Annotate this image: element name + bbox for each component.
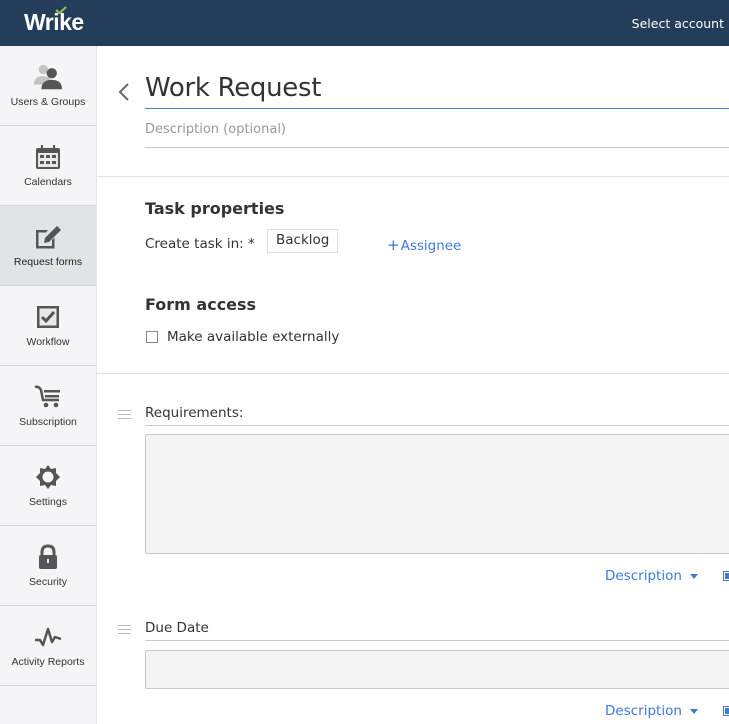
top-bar: Wrike Select account [0,0,729,46]
request-form-edit-icon [33,222,63,252]
make-external-label[interactable]: Make available externally [167,329,339,345]
back-chevron-icon[interactable] [117,82,131,102]
sidebar-item-request-forms[interactable]: Request forms [0,206,96,286]
shopping-cart-icon [33,382,63,412]
task-properties-heading: Task properties [145,199,285,218]
field-input-due-date[interactable] [145,650,729,689]
users-groups-icon [33,62,63,92]
logo-check-icon [55,6,67,14]
assignee-label: Assignee [400,238,462,254]
sidebar-item-activity-reports[interactable]: Activity Reports [0,606,96,686]
add-assignee-button[interactable]: +Assignee [387,236,461,254]
sidebar-item-users-groups[interactable]: Users & Groups [0,46,96,126]
sidebar-item-security[interactable]: Security [0,526,96,606]
sidebar-item-label: Calendars [24,176,72,188]
sidebar-item-label: Settings [29,496,67,508]
make-external-checkbox[interactable] [146,331,158,343]
form-description-input[interactable]: Description (optional) [145,122,729,148]
sidebar-item-calendars[interactable]: Calendars [0,126,96,206]
dropdown-label: Description [605,568,682,584]
required-checkbox[interactable] [723,571,729,581]
logo-text: Wrike [24,9,84,35]
caret-down-icon [689,708,698,714]
field-label-due-date[interactable]: Due Date [145,620,729,641]
field-type-dropdown[interactable]: Description [605,568,698,584]
sidebar-item-label: Security [29,576,67,588]
divider [97,176,729,177]
required-checkbox[interactable] [723,706,729,716]
dropdown-label: Description [605,703,682,719]
sidebar-item-label: Subscription [19,416,77,428]
gear-icon [33,462,63,492]
field-input-requirements[interactable] [145,434,729,554]
create-task-in-label: Create task in: * [145,236,255,252]
sidebar-item-workflow[interactable]: Workflow [0,286,96,366]
workflow-checkbox-icon [33,302,63,332]
drag-handle-icon[interactable] [118,625,131,634]
sidebar-item-label: Request forms [13,256,83,268]
select-account-link[interactable]: Select account [632,16,724,31]
form-access-heading: Form access [145,295,257,314]
field-type-dropdown[interactable]: Description [605,703,698,719]
caret-down-icon [689,573,698,579]
form-title-input[interactable]: Work Request [145,72,729,109]
sidebar-item-subscription[interactable]: Subscription [0,366,96,446]
create-task-in-folder[interactable]: Backlog [267,229,339,253]
divider [97,373,729,374]
field-label-requirements[interactable]: Requirements: [145,405,729,426]
calendar-icon [33,142,63,172]
wrike-logo[interactable]: Wrike [24,6,84,36]
make-external-row: Make available externally [145,329,339,345]
plus-icon: + [387,236,400,254]
activity-pulse-icon [33,622,63,652]
sidebar-item-settings[interactable]: Settings [0,446,96,526]
sidebar: Users & Groups Calendars Request forms W… [0,46,97,724]
sidebar-item-label: Workflow [26,336,70,348]
lock-icon [33,542,63,572]
sidebar-item-label: Activity Reports [11,656,85,668]
drag-handle-icon[interactable] [118,410,131,419]
sidebar-item-label: Users & Groups [10,96,86,108]
request-form-editor: Work Request Description (optional) Task… [97,46,729,724]
